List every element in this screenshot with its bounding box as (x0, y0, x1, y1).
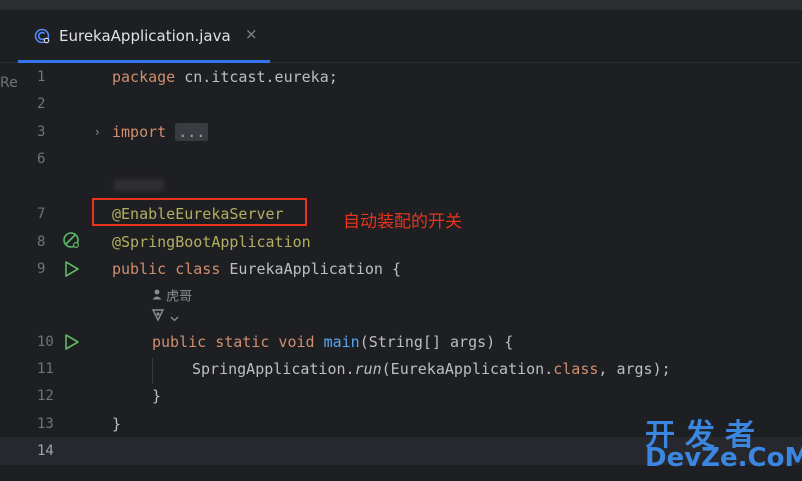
line-number: 7 (37, 206, 46, 222)
left-panel-label: Re (0, 75, 18, 91)
code-line-9: public class EurekaApplication { (112, 260, 401, 278)
spring-bean-icon[interactable] (62, 231, 80, 249)
tab-label: EurekaApplication.java (59, 27, 231, 45)
code-line-3: import ... (112, 119, 209, 146)
line-number: 3 (37, 124, 46, 140)
folded-imports[interactable]: ... (175, 123, 209, 141)
fold-chevron-icon[interactable]: › (95, 125, 100, 139)
vertical-scrollbar[interactable] (791, 63, 800, 481)
editor-tab-bar: EurekaApplication.java × (0, 10, 802, 63)
code-line-1: package cn.itcast.eureka; (112, 68, 338, 86)
code-line-8: @SpringBootApplication (112, 233, 311, 251)
watermark-site: DevZe.CoM (645, 443, 802, 473)
annotation-callout: 自动装配的开关 (343, 212, 462, 232)
line-number: 2 (37, 96, 46, 112)
line-number: 6 (37, 151, 46, 167)
chevron-down-icon (170, 308, 179, 330)
run-icon[interactable] (64, 260, 80, 278)
redacted-hint (114, 179, 164, 191)
user-icon (152, 286, 162, 308)
left-panel-edge (0, 63, 18, 481)
line-number: 1 (37, 69, 46, 85)
ai-assistant-icon (150, 308, 166, 330)
line-number-gutter: 1 2 3 6 7 8 9 10 11 12 13 14 (18, 63, 98, 481)
code-vision-dropdown[interactable] (150, 308, 179, 330)
line-number: 13 (37, 416, 54, 432)
indent-guide (152, 358, 153, 384)
close-icon[interactable]: × (245, 25, 258, 43)
java-class-icon (34, 28, 50, 44)
window-top-strip (0, 0, 802, 10)
code-line-10: public static void main(String[] args) { (152, 333, 514, 351)
highlight-box (92, 198, 307, 226)
line-number: 14 (37, 443, 54, 459)
tab-eureka-application[interactable]: EurekaApplication.java × (18, 10, 270, 63)
code-line-12: } (152, 387, 162, 405)
code-line-13: } (112, 415, 122, 433)
line-number: 11 (37, 361, 54, 377)
line-number: 12 (37, 388, 54, 404)
run-icon[interactable] (64, 333, 80, 351)
code-line-11: SpringApplication.run(EurekaApplication.… (192, 360, 671, 378)
author-hint[interactable]: 虎哥 (152, 286, 192, 308)
